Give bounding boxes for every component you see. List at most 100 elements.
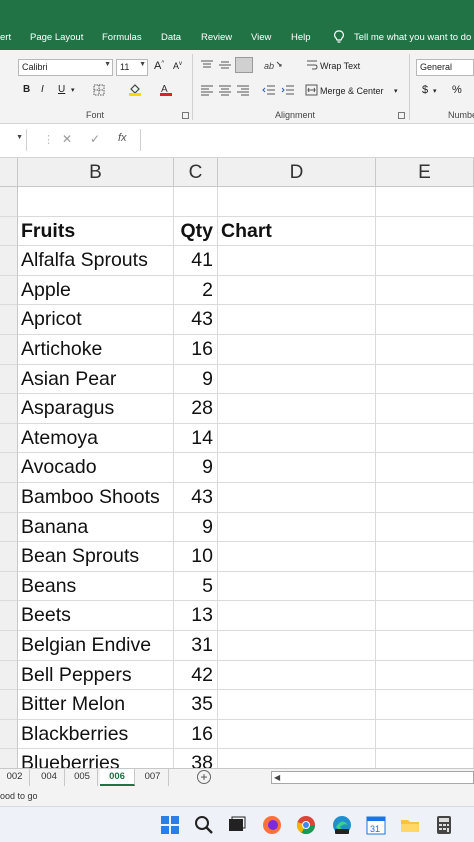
header-cell-chart[interactable]: Chart	[218, 216, 376, 247]
cell-qty[interactable]: 10	[174, 542, 218, 572]
sheet-tab-002[interactable]: 002	[0, 769, 30, 786]
percent-icon[interactable]: %	[452, 84, 462, 96]
row-header[interactable]	[0, 453, 18, 483]
cell-chart[interactable]	[218, 660, 376, 691]
cell-qty[interactable]: 43	[174, 305, 218, 335]
chevron-down-icon[interactable]: ▾	[394, 87, 398, 95]
cell-qty[interactable]: 42	[174, 660, 218, 691]
cell-fruit[interactable]: Beets	[18, 601, 174, 631]
tab-formulas[interactable]: Formulas	[102, 32, 142, 43]
align-center-icon[interactable]	[218, 84, 232, 96]
cell-qty[interactable]: 35	[174, 690, 218, 720]
cell-fruit[interactable]: Bamboo Shoots	[18, 483, 174, 513]
row-header[interactable]	[0, 512, 18, 543]
fill-color-icon[interactable]	[128, 82, 142, 96]
row-header[interactable]	[0, 246, 18, 276]
task-view-icon[interactable]	[227, 815, 247, 835]
calculator-icon[interactable]	[434, 815, 454, 835]
header-cell-qty[interactable]: Qty	[174, 216, 218, 247]
file-explorer-icon[interactable]	[400, 815, 420, 835]
column-header-e[interactable]: E	[376, 158, 474, 187]
align-left-icon[interactable]	[200, 84, 214, 96]
tab-help[interactable]: Help	[291, 32, 311, 43]
cell-fruit[interactable]: Bean Sprouts	[18, 542, 174, 572]
cell[interactable]	[376, 690, 474, 720]
cell-qty[interactable]: 9	[174, 453, 218, 483]
row-header[interactable]	[0, 749, 18, 768]
cell-fruit[interactable]: Avocado	[18, 453, 174, 483]
row-header[interactable]	[0, 187, 18, 217]
row-header[interactable]	[0, 364, 18, 395]
cell[interactable]	[376, 483, 474, 513]
chevron-down-icon[interactable]: ▾	[433, 87, 437, 95]
cell-fruit[interactable]: Artichoke	[18, 335, 174, 365]
row-header[interactable]	[0, 690, 18, 720]
currency-icon[interactable]: $	[422, 84, 428, 96]
column-header-b[interactable]: B	[18, 158, 174, 187]
borders-icon[interactable]	[93, 84, 105, 96]
row-header[interactable]	[0, 394, 18, 424]
cell-fruit[interactable]: Bitter Melon	[18, 690, 174, 720]
sheet-tab-007[interactable]: 007	[137, 769, 169, 786]
row-header[interactable]	[0, 423, 18, 454]
cell-fruit[interactable]: Asian Pear	[18, 364, 174, 395]
cell[interactable]	[376, 335, 474, 365]
cell-chart[interactable]	[218, 483, 376, 513]
cell-qty[interactable]: 2	[174, 275, 218, 306]
increase-font-icon[interactable]: A^	[154, 60, 164, 72]
insert-function-button[interactable]: fx	[118, 132, 127, 144]
row-header[interactable]	[0, 719, 18, 750]
cell-fruit[interactable]: Asparagus	[18, 394, 174, 424]
bold-button[interactable]: B	[23, 84, 30, 95]
align-middle-icon[interactable]	[218, 59, 232, 71]
cell-chart[interactable]	[218, 571, 376, 602]
cell-chart[interactable]	[218, 364, 376, 395]
number-format-select[interactable]: General	[416, 59, 474, 76]
row-header[interactable]	[0, 335, 18, 365]
cell[interactable]	[376, 305, 474, 335]
tab-view[interactable]: View	[251, 32, 271, 43]
cell-chart[interactable]	[218, 542, 376, 572]
cell[interactable]	[376, 275, 474, 306]
italic-button[interactable]: I	[41, 84, 44, 95]
edge-beta-icon[interactable]	[332, 815, 352, 835]
chrome-icon[interactable]	[296, 815, 316, 835]
cell[interactable]	[376, 187, 474, 217]
cell-chart[interactable]	[218, 631, 376, 661]
row-header[interactable]	[0, 216, 18, 247]
column-header-c[interactable]: C	[174, 158, 218, 187]
cell[interactable]	[376, 512, 474, 543]
cell-fruit[interactable]: Beans	[18, 571, 174, 602]
cell-chart[interactable]	[218, 246, 376, 276]
cell[interactable]	[376, 631, 474, 661]
cell-fruit[interactable]: Alfalfa Sprouts	[18, 246, 174, 276]
font-dialog-launcher-icon[interactable]	[182, 112, 189, 119]
row-header[interactable]	[0, 571, 18, 602]
cell[interactable]	[376, 453, 474, 483]
tab-page-layout[interactable]: Page Layout	[30, 32, 83, 43]
sheet-tab-006[interactable]: 006	[100, 769, 135, 786]
cell-chart[interactable]	[218, 601, 376, 631]
cell-fruit[interactable]: Blueberries	[18, 749, 174, 768]
cell-fruit[interactable]: Belgian Endive	[18, 631, 174, 661]
chevron-down-icon[interactable]: ▾	[71, 86, 75, 94]
row-header[interactable]	[0, 275, 18, 306]
row-header[interactable]	[0, 542, 18, 572]
cell[interactable]	[376, 394, 474, 424]
header-cell-fruits[interactable]: Fruits	[18, 216, 174, 247]
cell[interactable]	[376, 571, 474, 602]
cell-fruit[interactable]: Apricot	[18, 305, 174, 335]
row-header[interactable]	[0, 483, 18, 513]
cell-qty[interactable]: 38	[174, 749, 218, 768]
enter-icon[interactable]: ✓	[90, 132, 100, 146]
cell-fruit[interactable]: Bell Peppers	[18, 660, 174, 691]
align-top-icon[interactable]	[200, 59, 214, 71]
horizontal-scrollbar[interactable]: ◀	[271, 771, 474, 784]
font-name-select[interactable]: Calibri ▼	[18, 59, 113, 76]
row-header[interactable]	[0, 631, 18, 661]
orientation-icon[interactable]: ab	[263, 58, 285, 72]
cell-qty[interactable]: 13	[174, 601, 218, 631]
scroll-left-icon[interactable]: ◀	[274, 773, 280, 782]
cell[interactable]	[376, 246, 474, 276]
lightbulb-icon[interactable]	[333, 30, 345, 44]
